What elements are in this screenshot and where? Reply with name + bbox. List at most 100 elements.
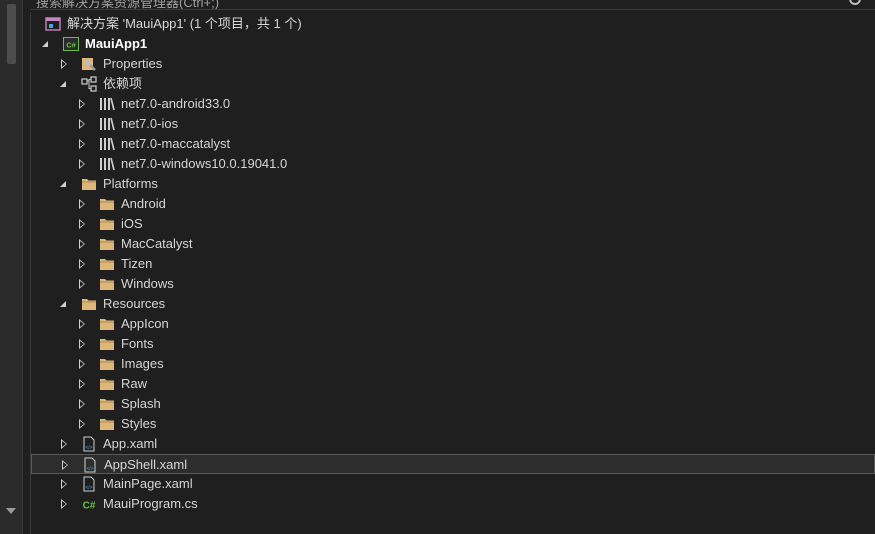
- collapsed-icon[interactable]: [77, 239, 87, 249]
- collapsed-icon[interactable]: [77, 399, 87, 409]
- svg-text:C#: C#: [66, 41, 76, 50]
- folder-icon: [100, 219, 114, 230]
- expanded-icon[interactable]: [41, 39, 51, 49]
- tree-item-framework-ios[interactable]: net7.0-ios: [31, 114, 875, 134]
- framework-windows-label: net7.0-windows10.0.19041.0: [121, 156, 288, 171]
- tree-item-android[interactable]: Android: [31, 194, 875, 214]
- folder-icon: [100, 339, 114, 350]
- windows-label: Windows: [121, 276, 174, 291]
- tree-item-images[interactable]: Images: [31, 354, 875, 374]
- folder-icon: [82, 179, 96, 190]
- tree-item-framework-android[interactable]: net7.0-android33.0: [31, 94, 875, 114]
- framework-library-icon: [100, 97, 115, 111]
- android-label: Android: [121, 196, 166, 211]
- tree-item-project[interactable]: C# MauiApp1: [31, 34, 875, 54]
- collapsed-icon[interactable]: [77, 199, 87, 209]
- styles-label: Styles: [121, 416, 157, 431]
- search-solution-explorer-input[interactable]: 搜索解决方案资源管理器(Ctrl+;): [30, 0, 875, 10]
- scrollbar-thumb[interactable]: [7, 4, 16, 64]
- tree-item-maccatalyst[interactable]: MacCatalyst: [31, 234, 875, 254]
- collapsed-icon[interactable]: [77, 379, 87, 389]
- xaml-file-icon: </>: [84, 457, 96, 473]
- collapsed-icon[interactable]: [77, 359, 87, 369]
- app-xaml-label: App.xaml: [103, 436, 158, 451]
- xaml-file-icon: </>: [83, 436, 95, 452]
- svg-text:</>: </>: [85, 485, 92, 491]
- collapsed-icon[interactable]: [59, 499, 69, 509]
- collapsed-icon[interactable]: [59, 479, 69, 489]
- tree-item-appshell-xaml[interactable]: </> AppShell.xaml: [31, 454, 875, 474]
- tree-item-mainpage-xaml[interactable]: </> MainPage.xaml: [31, 474, 875, 494]
- collapsed-icon[interactable]: [59, 59, 69, 69]
- properties-label: Properties: [103, 56, 163, 71]
- tree-item-framework-maccatalyst[interactable]: net7.0-maccatalyst: [31, 134, 875, 154]
- collapsed-icon[interactable]: [77, 119, 87, 129]
- images-label: Images: [121, 356, 164, 371]
- collapsed-icon[interactable]: [77, 139, 87, 149]
- collapsed-icon[interactable]: [77, 99, 87, 109]
- raw-label: Raw: [121, 376, 148, 391]
- tree-item-fonts[interactable]: Fonts: [31, 334, 875, 354]
- tree-item-properties[interactable]: Properties: [31, 54, 875, 74]
- tree-item-resources[interactable]: Resources: [31, 294, 875, 314]
- xaml-file-icon: </>: [83, 476, 95, 492]
- collapsed-icon[interactable]: [59, 439, 69, 449]
- solution-tree: 解决方案 'MauiApp1' (1 个项目，共 1 个) C# MauiApp…: [30, 12, 875, 534]
- tree-item-appicon[interactable]: AppIcon: [31, 314, 875, 334]
- collapsed-icon[interactable]: [77, 419, 87, 429]
- folder-icon: [100, 259, 114, 270]
- resources-label: Resources: [103, 296, 166, 311]
- folder-icon: [100, 399, 114, 410]
- collapsed-icon[interactable]: [77, 159, 87, 169]
- framework-library-icon: [100, 137, 115, 151]
- solution-label: 解决方案 'MauiApp1' (1 个项目，共 1 个): [67, 16, 302, 31]
- svg-text:</>: </>: [85, 445, 92, 451]
- collapsed-icon[interactable]: [77, 219, 87, 229]
- appshell-xaml-label: AppShell.xaml: [104, 457, 188, 472]
- collapsed-icon[interactable]: [77, 279, 87, 289]
- folder-icon: [100, 359, 114, 370]
- folder-icon: [100, 279, 114, 290]
- solution-icon: [45, 17, 61, 31]
- framework-android-label: net7.0-android33.0: [121, 96, 231, 111]
- framework-library-icon: [100, 157, 115, 171]
- tree-item-raw[interactable]: Raw: [31, 374, 875, 394]
- folder-icon: [100, 239, 114, 250]
- tree-item-dependencies[interactable]: 依赖项: [31, 74, 875, 94]
- tree-item-app-xaml[interactable]: </> App.xaml: [31, 434, 875, 454]
- folder-icon: [82, 299, 96, 310]
- maccatalyst-label: MacCatalyst: [121, 236, 193, 251]
- splash-label: Splash: [121, 396, 161, 411]
- dependencies-label: 依赖项: [103, 76, 143, 91]
- tree-item-styles[interactable]: Styles: [31, 414, 875, 434]
- search-icon[interactable]: [849, 0, 861, 5]
- ios-label: iOS: [121, 216, 143, 231]
- tree-item-splash[interactable]: Splash: [31, 394, 875, 414]
- svg-text:C#: C#: [83, 501, 96, 512]
- collapsed-icon[interactable]: [60, 460, 70, 470]
- tree-item-framework-windows[interactable]: net7.0-windows10.0.19041.0: [31, 154, 875, 174]
- collapsed-icon[interactable]: [77, 319, 87, 329]
- platforms-label: Platforms: [103, 176, 158, 191]
- tree-item-mauiprogram-cs[interactable]: C# MauiProgram.cs: [31, 494, 875, 514]
- project-label: MauiApp1: [85, 36, 148, 51]
- tree-item-solution[interactable]: 解决方案 'MauiApp1' (1 个项目，共 1 个): [31, 14, 875, 34]
- mainpage-xaml-label: MainPage.xaml: [103, 476, 193, 491]
- scroll-down-icon[interactable]: [6, 508, 16, 514]
- search-placeholder: 搜索解决方案资源管理器(Ctrl+;): [36, 0, 220, 10]
- framework-ios-label: net7.0-ios: [121, 116, 179, 131]
- tree-item-ios[interactable]: iOS: [31, 214, 875, 234]
- vertical-scrollbar[interactable]: [0, 0, 23, 534]
- csharp-project-icon: C#: [63, 37, 79, 51]
- collapsed-icon[interactable]: [77, 259, 87, 269]
- expanded-icon[interactable]: [59, 299, 69, 309]
- collapsed-icon[interactable]: [77, 339, 87, 349]
- expanded-icon[interactable]: [59, 79, 69, 89]
- framework-maccatalyst-label: net7.0-maccatalyst: [121, 136, 231, 151]
- expanded-icon[interactable]: [59, 179, 69, 189]
- tree-item-tizen[interactable]: Tizen: [31, 254, 875, 274]
- tree-item-platforms[interactable]: Platforms: [31, 174, 875, 194]
- tree-item-windows[interactable]: Windows: [31, 274, 875, 294]
- properties-wrench-icon: [82, 58, 96, 71]
- csharp-file-icon: C#: [83, 501, 96, 512]
